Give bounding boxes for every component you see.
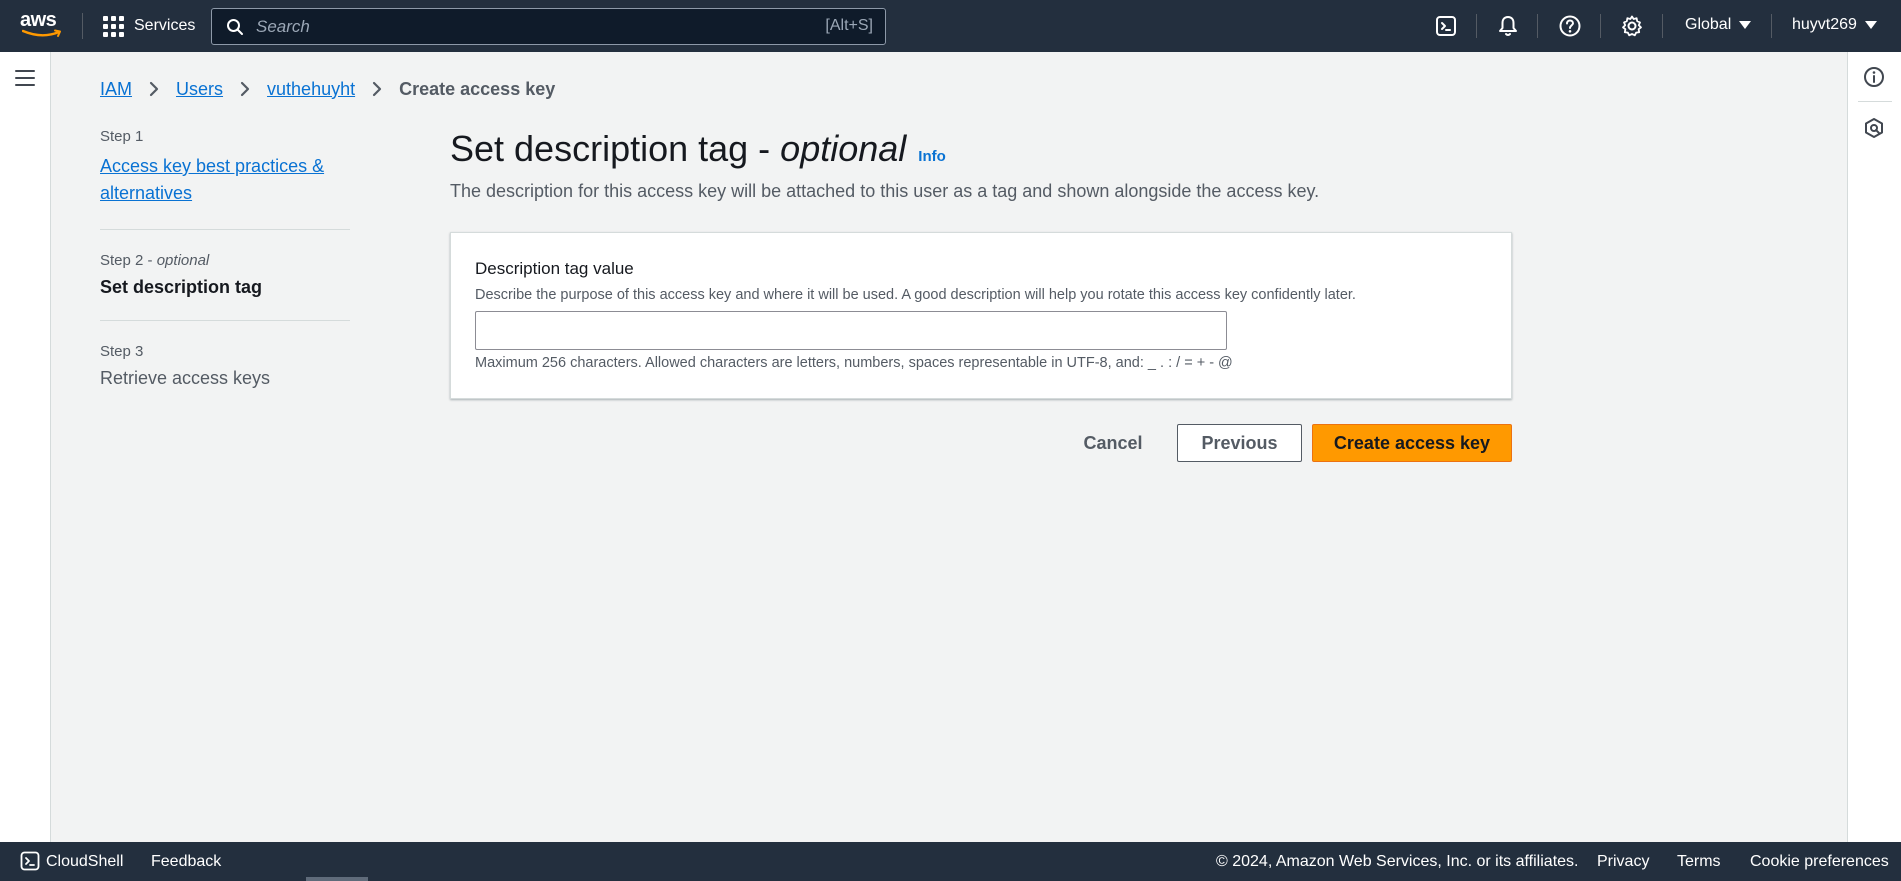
field-constraint-text: Maximum 256 characters. Allowed characte… (475, 355, 1233, 371)
rail-divider (1858, 101, 1892, 102)
cloudshell-icon[interactable] (20, 851, 40, 871)
menu-toggle-icon[interactable] (15, 70, 35, 86)
nav-divider (82, 13, 83, 39)
step-label-disabled: Retrieve access keys (100, 368, 271, 388)
search-input[interactable] (256, 13, 776, 40)
footer-copyright: © 2024, Amazon Web Services, Inc. or its… (1216, 853, 1579, 870)
cancel-button[interactable]: Cancel (1080, 424, 1146, 462)
page-title: Set description tag - optional (450, 128, 907, 169)
search-box[interactable]: [Alt+S] (211, 8, 886, 45)
step-number: Step 3 (100, 343, 144, 360)
step-optional-label: optional (156, 252, 210, 269)
bell-icon[interactable] (1496, 14, 1520, 38)
services-label: Services (134, 17, 196, 34)
chevron-right-icon (149, 81, 159, 97)
wizard-step-1: Step 1 Access key best practices & alter… (100, 128, 350, 230)
field-label: Description tag value (475, 259, 634, 278)
settings-icon[interactable] (1620, 14, 1644, 38)
description-tag-panel: Description tag value Describe the purpo… (450, 232, 1512, 399)
previous-button[interactable]: Previous (1177, 424, 1302, 462)
cloudshell-icon[interactable] (1434, 14, 1458, 38)
caret-down-icon (1864, 21, 1877, 29)
breadcrumb-link-users[interactable]: Users (176, 79, 223, 100)
page-description: The description for this access key will… (450, 181, 1320, 201)
top-navigation: aws Services [Alt+S] (0, 0, 1901, 52)
info-link[interactable]: Info (918, 148, 946, 165)
footer-cookie-preferences-link[interactable]: Cookie preferences (1750, 853, 1889, 871)
footer-terms-link[interactable]: Terms (1677, 853, 1721, 871)
console-footer: CloudShell Feedback © 2024, Amazon Web S… (0, 842, 1901, 881)
security-hub-icon[interactable] (1863, 117, 1885, 139)
footer-privacy-link[interactable]: Privacy (1597, 853, 1649, 871)
services-menu-button[interactable]: Services (102, 14, 195, 38)
step-number: Step 2 - optional (100, 252, 210, 269)
account-menu[interactable]: huyvt269 (1792, 16, 1877, 34)
account-label: huyvt269 (1792, 16, 1857, 33)
search-shortcut-hint: [Alt+S] (825, 17, 873, 34)
region-label: Global (1685, 16, 1732, 33)
footer-feedback-link[interactable]: Feedback (151, 853, 221, 871)
nav-divider (1537, 14, 1538, 38)
search-icon (227, 19, 243, 35)
help-icon[interactable] (1558, 14, 1582, 38)
chevron-right-icon (373, 81, 382, 97)
nav-divider (1600, 14, 1601, 38)
caret-down-icon (1739, 21, 1752, 29)
info-panel-icon[interactable] (1863, 66, 1885, 88)
left-side-rail (0, 52, 51, 842)
wizard-step-2: Step 2 - optional Set description tag (100, 252, 350, 321)
nav-divider (1771, 14, 1772, 38)
page-title-optional: optional (780, 128, 907, 169)
wizard-step-3: Step 3 Retrieve access keys (100, 343, 350, 411)
aws-smile-icon (22, 29, 61, 37)
step-number: Step 1 (100, 128, 144, 145)
wizard-steps: Step 1 Access key best practices & alter… (100, 128, 350, 433)
chevron-right-icon (240, 81, 250, 97)
step-label-active: Set description tag (100, 277, 263, 297)
breadcrumb-link-iam[interactable]: IAM (100, 79, 132, 100)
right-side-rail (1847, 52, 1901, 842)
region-selector[interactable]: Global (1685, 16, 1752, 34)
aws-logo-text: aws (20, 9, 57, 31)
footer-cloudshell-link[interactable]: CloudShell (46, 853, 123, 871)
breadcrumb-current: Create access key (399, 78, 556, 99)
page-header: Set description tag - optional Info (450, 128, 946, 172)
field-description: Describe the purpose of this access key … (475, 287, 1356, 303)
nav-divider (1662, 14, 1663, 38)
description-tag-input[interactable] (475, 311, 1227, 350)
breadcrumb: IAM Users vuthehuyht Create access key (100, 78, 555, 100)
create-access-key-button[interactable]: Create access key (1312, 424, 1512, 462)
breadcrumb-link-user[interactable]: vuthehuyht (267, 79, 355, 100)
step-link-best-practices[interactable]: Access key best practices & alternatives (100, 156, 324, 203)
grid-icon (102, 15, 124, 37)
aws-logo[interactable]: aws (20, 10, 64, 40)
nav-divider (1476, 14, 1477, 38)
footer-scroll-indicator (306, 877, 368, 881)
